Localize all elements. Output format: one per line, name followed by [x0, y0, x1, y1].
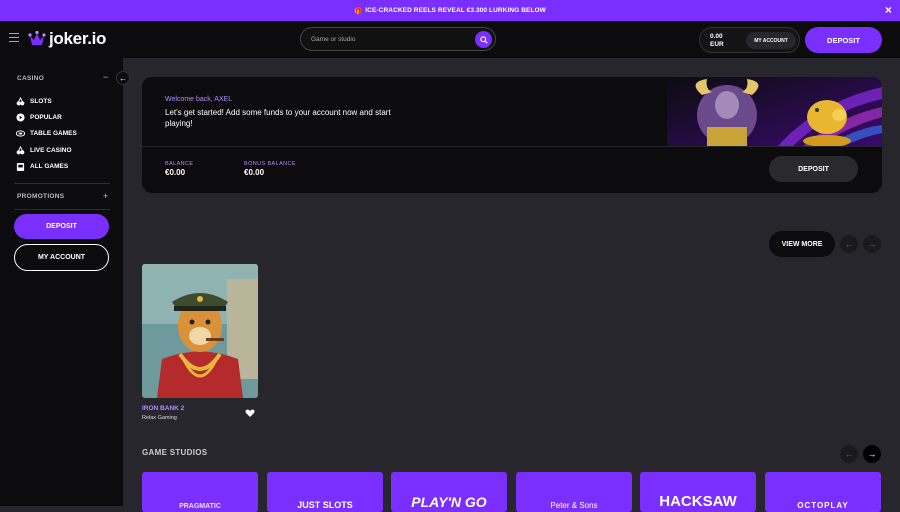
- deposit-button[interactable]: DEPOSIT: [805, 27, 882, 53]
- joker-hat-icon: [28, 30, 46, 45]
- balance-value: €0.00: [165, 168, 186, 177]
- bonus-balance-label: BONUS BALANCE: [244, 161, 296, 167]
- cherries-icon: [16, 146, 25, 155]
- balance-amount: 0.00: [710, 33, 723, 40]
- welcome-message: Let's get started! Add some funds to you…: [165, 108, 391, 128]
- sidebar-item-table-games[interactable]: TABLE GAMES: [16, 129, 77, 138]
- search-button[interactable]: [475, 31, 492, 48]
- close-icon[interactable]: ×: [885, 4, 892, 16]
- logo-text: joker.io: [49, 29, 107, 48]
- studio-card-peter-sons[interactable]: Peter & Sons: [516, 472, 632, 512]
- slot-machine-icon: [16, 162, 25, 171]
- promo-banner[interactable]: 🎁 ICE-CRACKED REELS REVEAL €3.300 LURKIN…: [0, 0, 900, 21]
- table-icon: [16, 129, 25, 138]
- promo-text: ICE-CRACKED REELS REVEAL €3.300 LURKING …: [365, 7, 546, 14]
- collapse-sidebar-icon[interactable]: ←: [116, 71, 130, 85]
- studio-card-playngo[interactable]: PLAY'N GO: [391, 472, 507, 512]
- sidebar-my-account-button[interactable]: MY ACCOUNT: [14, 244, 109, 271]
- studio-card-just-slots[interactable]: JUST SLOTS: [267, 472, 383, 512]
- sidebar-deposit-button[interactable]: DEPOSIT: [14, 214, 109, 239]
- studios-prev-arrow-icon[interactable]: ←: [840, 445, 858, 463]
- games-next-arrow-icon[interactable]: →: [863, 235, 881, 253]
- games-prev-arrow-icon[interactable]: ←: [840, 235, 858, 253]
- promotions-expand-toggle[interactable]: +: [103, 191, 108, 201]
- my-account-button[interactable]: MY ACCOUNT: [746, 32, 796, 49]
- bonus-balance-value: €0.00: [244, 168, 265, 177]
- game-card-thumbnail[interactable]: [142, 264, 258, 398]
- sidebar-item-label: SLOTS: [30, 98, 52, 105]
- search-box: [300, 27, 496, 51]
- search-icon: [479, 35, 488, 44]
- heart-icon[interactable]: [245, 408, 255, 418]
- studio-name: HACKSAW: [659, 493, 737, 510]
- sidebar-item-popular[interactable]: POPULAR: [16, 113, 62, 122]
- promotions-section-title: PROMOTIONS: [17, 193, 65, 200]
- studio-name: JUST SLOTS: [297, 500, 353, 510]
- sidebar-item-all-games[interactable]: ALL GAMES: [16, 162, 68, 171]
- game-studio: Relax Gaming: [142, 415, 177, 421]
- account-widget: 0.00 EUR MY ACCOUNT: [699, 27, 800, 53]
- sidebar-item-label: ALL GAMES: [30, 163, 69, 170]
- sidebar: CASINO − SLOTS POPULAR TABLE GAMES LIVE …: [0, 58, 123, 506]
- sidebar-item-label: TABLE GAMES: [30, 130, 77, 137]
- sidebar-item-live-casino[interactable]: LIVE CASINO: [16, 146, 72, 155]
- balance-currency: EUR: [710, 40, 724, 48]
- header-balance: 0.00 EUR: [710, 33, 724, 48]
- sidebar-item-slots[interactable]: SLOTS: [16, 97, 52, 106]
- welcome-panel: Welcome back, AXEL Let's get started! Ad…: [142, 77, 882, 193]
- view-more-button[interactable]: VIEW MORE: [769, 231, 835, 257]
- game-studios-title: GAME STUDIOS: [142, 448, 208, 457]
- search-input[interactable]: [311, 35, 461, 43]
- balance-label: BALANCE: [165, 161, 194, 167]
- sidebar-divider: [14, 209, 110, 210]
- sidebar-item-label: LIVE CASINO: [30, 147, 72, 154]
- game-title[interactable]: IRON BANK 2: [142, 405, 184, 412]
- studio-name: PRAGMATIC: [179, 503, 221, 510]
- welcome-divider: [142, 146, 882, 147]
- welcome-deposit-button[interactable]: DEPOSIT: [769, 156, 858, 182]
- logo[interactable]: joker.io: [28, 29, 106, 49]
- welcome-greeting: Welcome back, AXEL: [165, 96, 233, 103]
- studio-card-hacksaw[interactable]: HACKSAW: [640, 472, 756, 512]
- promo-artwork: [667, 77, 882, 147]
- gift-icon: 🎁: [354, 7, 363, 15]
- casino-collapse-toggle[interactable]: −: [103, 72, 108, 82]
- menu-icon[interactable]: [9, 33, 19, 43]
- studios-next-arrow-icon[interactable]: →: [863, 445, 881, 463]
- sidebar-item-label: POPULAR: [30, 114, 62, 121]
- sidebar-divider: [14, 183, 110, 184]
- studio-card-pragmatic[interactable]: PRAGMATIC: [142, 472, 258, 512]
- play-icon: [16, 113, 25, 122]
- studio-name: PLAY'N GO: [411, 494, 487, 510]
- casino-section-title: CASINO: [17, 75, 45, 82]
- header: joker.io 0.00 EUR MY ACCOUNT DEPOSIT: [0, 21, 900, 58]
- studio-card-octoplay[interactable]: OCTOPLAY: [765, 472, 881, 512]
- cherries-icon: [16, 97, 25, 106]
